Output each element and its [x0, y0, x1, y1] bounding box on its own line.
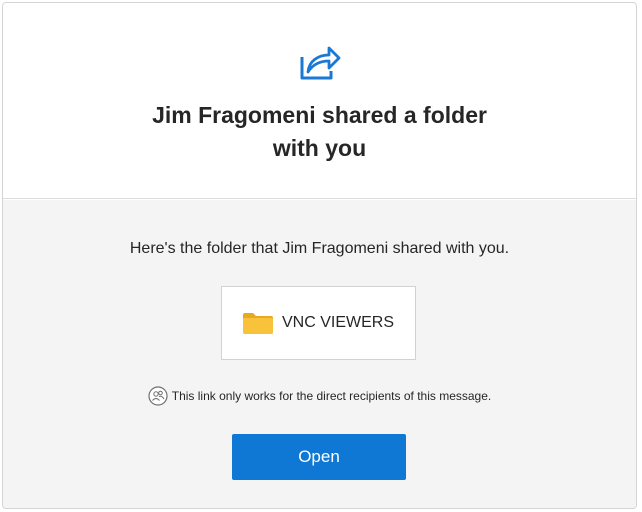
title-line-1: Jim Fragomeni shared a folder — [152, 102, 487, 128]
share-description: Here's the folder that Jim Fragomeni sha… — [129, 240, 510, 257]
folder-name: VNC VIEWERS — [282, 314, 395, 331]
title-line-2: with you — [272, 135, 367, 161]
people-icon — [148, 386, 168, 406]
open-button[interactable]: Open — [232, 434, 406, 480]
recipients-notice: This link only works for the direct reci… — [3, 386, 636, 406]
folder-icon — [243, 313, 273, 334]
share-arrow-icon — [300, 46, 341, 80]
share-card: Jim Fragomeni shared a folder with you H… — [2, 2, 637, 509]
share-body: Here's the folder that Jim Fragomeni sha… — [3, 200, 636, 508]
folder-tile[interactable]: VNC VIEWERS — [221, 286, 416, 360]
page-title: Jim Fragomeni shared a folder with you — [3, 99, 636, 165]
notice-text: This link only works for the direct reci… — [171, 389, 492, 403]
share-header: Jim Fragomeni shared a folder with you — [3, 3, 636, 199]
